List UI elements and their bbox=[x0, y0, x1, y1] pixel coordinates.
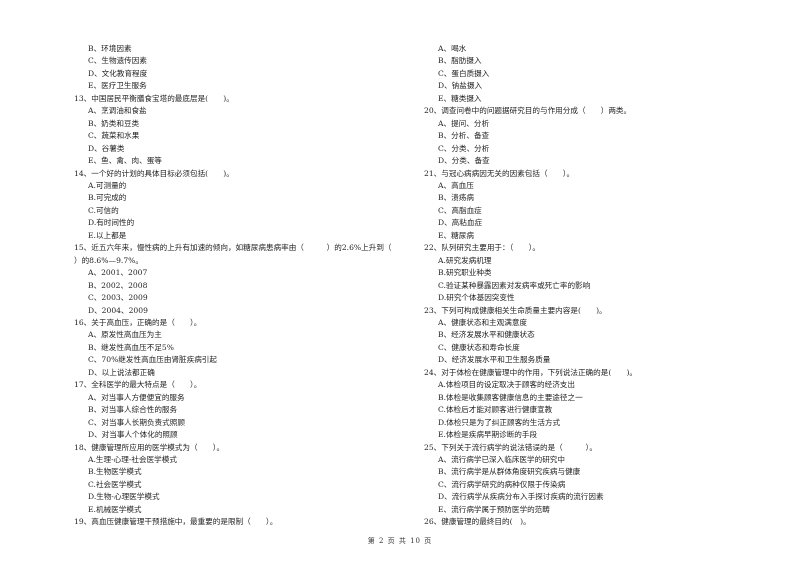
answer-option: B、2002、2008 bbox=[88, 280, 148, 290]
question-stem: 26、健康管理的最终目的( )。 bbox=[424, 517, 531, 527]
answer-option: C、流行病学研究的病种仅限于传染病 bbox=[438, 479, 566, 489]
answer-option: C、2003、2009 bbox=[88, 293, 148, 303]
answer-option: E、糖类摄入 bbox=[438, 93, 482, 103]
answer-option: B、经济发展水平和健康状态 bbox=[438, 330, 535, 340]
answer-option: E、流行病学属于预防医学的范畴 bbox=[438, 504, 550, 514]
answer-option: A.体检项目的设定取决于顾客的经济支出 bbox=[438, 380, 575, 390]
question-stem: 18、健康管理所应用的医学模式为（ ）。 bbox=[74, 442, 225, 452]
answer-option: D、流行病学从疾病分布入手探讨疾病的流行因素 bbox=[438, 492, 604, 502]
answer-option: B、奶类和豆类 bbox=[88, 118, 140, 128]
answer-option: B、对当事人综合性的服务 bbox=[88, 405, 178, 415]
answer-option: B、脂肪摄入 bbox=[438, 56, 482, 66]
answer-option: A.生理-心理-社会医学模式 bbox=[88, 454, 177, 464]
question-continuation: ）的8.6%—9.7%。 bbox=[74, 255, 143, 265]
answer-option: C、蛋白质摄入 bbox=[438, 68, 490, 78]
answer-option: C、生物遗传因素 bbox=[88, 56, 147, 66]
answer-option: A、流行病学已深入临床医学的研究中 bbox=[438, 454, 565, 464]
answer-option: B.生物医学模式 bbox=[88, 467, 142, 477]
question-stem: 23、下列可构成健康相关生命质量主要内容是( )。 bbox=[424, 305, 607, 315]
answer-option: B.可完成的 bbox=[88, 193, 127, 203]
page-footer: 第 2 页 共 10 页 bbox=[367, 537, 433, 545]
answer-option: A、喝水 bbox=[438, 44, 467, 53]
answer-option: C.可信的 bbox=[88, 205, 119, 215]
question-stem: 19、高血压健康管理干预措施中，最重要的是限制（ ）。 bbox=[74, 517, 278, 527]
answer-option: B、环境因素 bbox=[88, 44, 132, 53]
question-stem: 21、与冠心病病因无关的因素包括（ ）。 bbox=[424, 168, 575, 178]
answer-option: D、文化教育程度 bbox=[88, 68, 148, 78]
answer-option: E、鱼、禽、肉、蛋等 bbox=[88, 156, 162, 166]
answer-option: D、钠盐摄入 bbox=[438, 81, 483, 91]
answer-option: A、原发性高血压为主 bbox=[88, 330, 162, 340]
answer-option: D、经济发展水平和卫生服务质量 bbox=[438, 355, 551, 365]
answer-option: D、分类、备查 bbox=[438, 156, 490, 166]
question-stem: 15、近五六年来，慢性病的上升有加速的倾向，如糖尿病患病率由（ ）的2.6%上升… bbox=[74, 243, 392, 253]
answer-option: E、糖尿病 bbox=[438, 230, 474, 240]
answer-option: D.研究个体基因突变性 bbox=[438, 293, 515, 303]
answer-option: A、提问、分析 bbox=[438, 118, 490, 128]
answer-option: C.验证某种暴露因素对发病率或死亡率的影响 bbox=[438, 280, 591, 290]
question-stem: 22、队列研究主要用于：（ ）。 bbox=[424, 243, 540, 253]
question-stem: 14、一个好的计划的具体目标必须包括( )。 bbox=[74, 168, 234, 178]
answer-option: C、高脂血症 bbox=[438, 205, 482, 215]
answer-option: B、流行病学是从群体角度研究疾病与健康 bbox=[438, 467, 581, 477]
answer-option: C、蔬菜和水果 bbox=[88, 131, 140, 141]
answer-option: C.社会医学模式 bbox=[88, 479, 142, 489]
answer-option: D、以上说法都正确 bbox=[88, 367, 155, 377]
question-stem: 13、中国居民平衡膳食宝塔的最底层是( )。 bbox=[74, 93, 234, 103]
answer-option: D、对当事人个体化的照顾 bbox=[88, 430, 178, 440]
question-stem: 25、下列关于流行病学的说法错误的是（ ）。 bbox=[424, 442, 597, 452]
answer-option: D、2004、2009 bbox=[88, 305, 148, 315]
answer-option: B.体检是收集顾客健康信息的主要途径之一 bbox=[438, 392, 583, 402]
question-stem: 16、关于高血压，正确的是（ ）。 bbox=[74, 317, 202, 327]
answer-option: C、对当事人长期负责式照顾 bbox=[88, 417, 185, 427]
answer-option: E.体检是疾病早期诊断的手段 bbox=[438, 430, 538, 440]
answer-option: A、2001、2007 bbox=[88, 268, 148, 278]
answer-option: A.可测量的 bbox=[88, 180, 127, 190]
question-stem: 20、调查问卷中的问题据研究目的与作用分成（ ）两类。 bbox=[424, 106, 632, 116]
left-column: B、环境因素 C、生物遗传因素 D、文化教育程度 E、医疗卫生服务 13、中国居民平衡膳… bbox=[74, 43, 409, 529]
answer-option: C.体检后才能对顾客进行健康宣教 bbox=[438, 405, 553, 415]
answer-option: C、分类、分析 bbox=[438, 143, 490, 153]
answer-option: C、70%继发性高血压由肾脏疾病引起 bbox=[88, 355, 217, 365]
right-column: A、喝水 B、脂肪摄入 C、蛋白质摄入 D、钠盐摄入 E、糖类摄入 20、调查问卷中的问题… bbox=[424, 43, 764, 529]
answer-option: E、医疗卫生服务 bbox=[88, 81, 147, 91]
answer-option: E.机械医学模式 bbox=[88, 504, 142, 514]
question-stem: 17、全科医学的最大特点是（ ）。 bbox=[74, 380, 202, 390]
question-stem: 24、对于体检在健康管理中的作用，下列说法正确的是( )。 bbox=[424, 367, 638, 377]
answer-option: D.体检只是为了纠正顾客的生活方式 bbox=[438, 417, 561, 427]
answer-option: B.研究职业种类 bbox=[438, 268, 492, 278]
answer-option: D、高粘血症 bbox=[438, 218, 483, 228]
answer-option: D.生物-心理医学模式 bbox=[88, 492, 160, 502]
answer-option: A、高血压 bbox=[438, 180, 474, 190]
answer-option: A、对当事人方便便宜的服务 bbox=[88, 392, 185, 402]
answer-option: D、谷薯类 bbox=[88, 143, 125, 153]
answer-option: A、烹调油和食盐 bbox=[88, 106, 147, 116]
answer-option: A、健康状态和主观满意度 bbox=[438, 317, 528, 327]
answer-option: D.有时间性的 bbox=[88, 218, 135, 228]
answer-option: B、分析、备查 bbox=[438, 131, 490, 141]
answer-option: A.研究发病机理 bbox=[438, 255, 492, 265]
answer-option: B、溃疡病 bbox=[438, 193, 474, 203]
answer-option: E.以上都是 bbox=[88, 230, 127, 240]
answer-option: B、继发性高血压不足5% bbox=[88, 342, 174, 352]
answer-option: C、健康状态和寿命长度 bbox=[438, 342, 520, 352]
